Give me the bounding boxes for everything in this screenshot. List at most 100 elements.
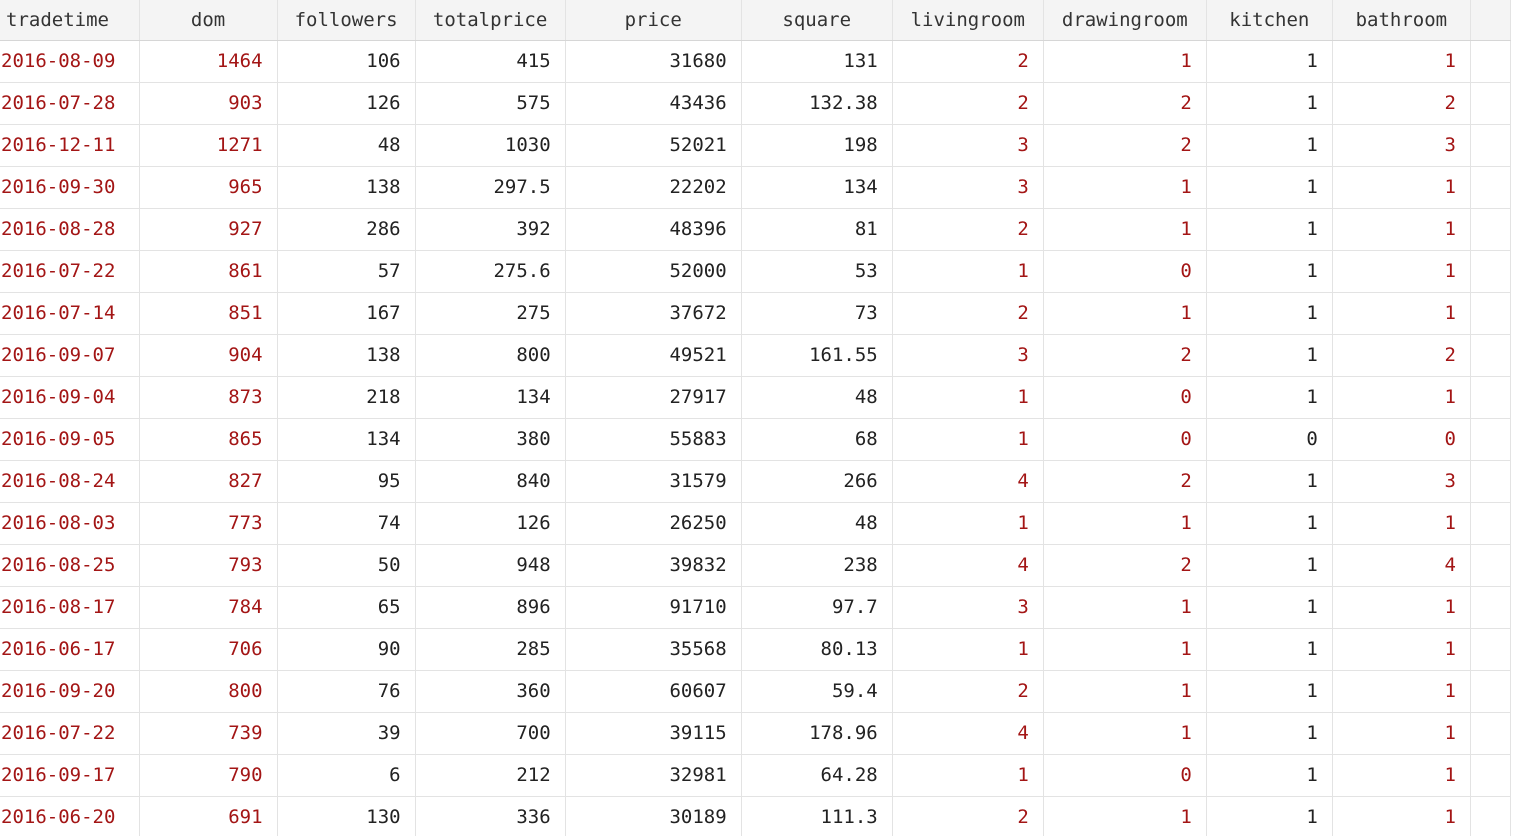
cell-kitchen[interactable]: 1 bbox=[1206, 334, 1333, 377]
cell-bathroom[interactable]: 1 bbox=[1332, 166, 1471, 209]
column-header-followers[interactable]: followers bbox=[277, 0, 416, 41]
cell-livingroom[interactable]: 1 bbox=[892, 250, 1044, 293]
cell-drawingroom[interactable]: 1 bbox=[1043, 586, 1207, 629]
cell-totalprice[interactable]: 360 bbox=[415, 670, 566, 713]
cell-bathroom[interactable]: 1 bbox=[1332, 754, 1471, 797]
cell-dom[interactable]: 903 bbox=[139, 82, 278, 125]
cell-drawingroom[interactable]: 2 bbox=[1043, 460, 1207, 503]
cell-drawingroom[interactable]: 0 bbox=[1043, 250, 1207, 293]
cell-price[interactable]: 91710 bbox=[565, 586, 742, 629]
cell-kitchen[interactable]: 1 bbox=[1206, 502, 1333, 545]
cell-tradetime[interactable]: 2016-08-17 bbox=[0, 586, 140, 629]
cell-totalprice[interactable]: 948 bbox=[415, 544, 566, 587]
cell-tradetime[interactable]: 2016-09-20 bbox=[0, 670, 140, 713]
cell-kitchen[interactable]: 1 bbox=[1206, 166, 1333, 209]
cell-followers[interactable]: 286 bbox=[277, 208, 416, 251]
cell-square[interactable]: 161.55 bbox=[741, 334, 893, 377]
cell-kitchen[interactable]: 1 bbox=[1206, 250, 1333, 293]
column-header-kitchen[interactable]: kitchen bbox=[1206, 0, 1333, 41]
cell-followers[interactable]: 76 bbox=[277, 670, 416, 713]
cell-tradetime[interactable]: 2016-09-17 bbox=[0, 754, 140, 797]
cell-square[interactable]: 97.7 bbox=[741, 586, 893, 629]
cell-livingroom[interactable]: 2 bbox=[892, 208, 1044, 251]
cell-bathroom[interactable]: 1 bbox=[1332, 628, 1471, 671]
cell-dom[interactable]: 861 bbox=[139, 250, 278, 293]
cell-totalprice[interactable]: 275 bbox=[415, 292, 566, 335]
cell-kitchen[interactable]: 1 bbox=[1206, 460, 1333, 503]
cell-totalprice[interactable]: 380 bbox=[415, 418, 566, 461]
cell-livingroom[interactable]: 1 bbox=[892, 628, 1044, 671]
cell-totalprice[interactable]: 126 bbox=[415, 502, 566, 545]
cell-livingroom[interactable]: 1 bbox=[892, 502, 1044, 545]
cell-tradetime[interactable]: 2016-08-25 bbox=[0, 544, 140, 587]
cell-square[interactable]: 131 bbox=[741, 40, 893, 83]
cell-price[interactable]: 48396 bbox=[565, 208, 742, 251]
cell-price[interactable]: 31579 bbox=[565, 460, 742, 503]
cell-price[interactable]: 35568 bbox=[565, 628, 742, 671]
cell-followers[interactable]: 218 bbox=[277, 376, 416, 419]
cell-bathroom[interactable]: 1 bbox=[1332, 502, 1471, 545]
cell-followers[interactable]: 74 bbox=[277, 502, 416, 545]
cell-square[interactable]: 64.28 bbox=[741, 754, 893, 797]
cell-drawingroom[interactable]: 0 bbox=[1043, 418, 1207, 461]
cell-price[interactable]: 52000 bbox=[565, 250, 742, 293]
cell-drawingroom[interactable]: 1 bbox=[1043, 292, 1207, 335]
table-row[interactable]: 2016-09-20 800 76 360 60607 59.4 2 1 1 1 bbox=[0, 670, 1512, 713]
cell-livingroom[interactable]: 2 bbox=[892, 40, 1044, 83]
cell-livingroom[interactable]: 4 bbox=[892, 712, 1044, 755]
cell-tradetime[interactable]: 2016-08-24 bbox=[0, 460, 140, 503]
cell-price[interactable]: 37672 bbox=[565, 292, 742, 335]
cell-tradetime[interactable]: 2016-08-28 bbox=[0, 208, 140, 251]
cell-price[interactable]: 32981 bbox=[565, 754, 742, 797]
cell-square[interactable]: 178.96 bbox=[741, 712, 893, 755]
cell-livingroom[interactable]: 2 bbox=[892, 796, 1044, 836]
cell-drawingroom[interactable]: 1 bbox=[1043, 712, 1207, 755]
table-row[interactable]: 2016-09-30 965 138 297.5 22202 134 3 1 1 1 bbox=[0, 166, 1512, 209]
cell-bathroom[interactable]: 2 bbox=[1332, 334, 1471, 377]
cell-followers[interactable]: 6 bbox=[277, 754, 416, 797]
cell-totalprice[interactable]: 212 bbox=[415, 754, 566, 797]
cell-followers[interactable]: 106 bbox=[277, 40, 416, 83]
table-row[interactable]: 2016-08-03 773 74 126 26250 48 1 1 1 1 bbox=[0, 502, 1512, 545]
table-row[interactable]: 2016-09-05 865 134 380 55883 68 1 0 0 0 bbox=[0, 418, 1512, 461]
cell-followers[interactable]: 50 bbox=[277, 544, 416, 587]
cell-followers[interactable]: 138 bbox=[277, 334, 416, 377]
table-row[interactable]: 2016-08-24 827 95 840 31579 266 4 2 1 3 bbox=[0, 460, 1512, 503]
cell-bathroom[interactable]: 3 bbox=[1332, 460, 1471, 503]
cell-totalprice[interactable]: 700 bbox=[415, 712, 566, 755]
cell-kitchen[interactable]: 1 bbox=[1206, 628, 1333, 671]
cell-dom[interactable]: 904 bbox=[139, 334, 278, 377]
cell-dom[interactable]: 793 bbox=[139, 544, 278, 587]
column-header-price[interactable]: price bbox=[565, 0, 742, 41]
cell-tradetime[interactable]: 2016-12-11 bbox=[0, 124, 140, 167]
cell-drawingroom[interactable]: 1 bbox=[1043, 796, 1207, 836]
cell-kitchen[interactable]: 1 bbox=[1206, 376, 1333, 419]
cell-totalprice[interactable]: 415 bbox=[415, 40, 566, 83]
cell-kitchen[interactable]: 1 bbox=[1206, 82, 1333, 125]
cell-followers[interactable]: 65 bbox=[277, 586, 416, 629]
cell-bathroom[interactable]: 1 bbox=[1332, 250, 1471, 293]
cell-bathroom[interactable]: 1 bbox=[1332, 586, 1471, 629]
cell-kitchen[interactable]: 1 bbox=[1206, 544, 1333, 587]
cell-kitchen[interactable]: 1 bbox=[1206, 208, 1333, 251]
cell-bathroom[interactable]: 1 bbox=[1332, 670, 1471, 713]
cell-dom[interactable]: 873 bbox=[139, 376, 278, 419]
cell-totalprice[interactable]: 275.6 bbox=[415, 250, 566, 293]
table-row[interactable]: 2016-08-25 793 50 948 39832 238 4 2 1 4 bbox=[0, 544, 1512, 587]
cell-kitchen[interactable]: 1 bbox=[1206, 670, 1333, 713]
cell-totalprice[interactable]: 297.5 bbox=[415, 166, 566, 209]
cell-dom[interactable]: 706 bbox=[139, 628, 278, 671]
cell-bathroom[interactable]: 4 bbox=[1332, 544, 1471, 587]
table-row[interactable]: 2016-08-28 927 286 392 48396 81 2 1 1 1 bbox=[0, 208, 1512, 251]
cell-square[interactable]: 48 bbox=[741, 376, 893, 419]
cell-square[interactable]: 111.3 bbox=[741, 796, 893, 836]
cell-price[interactable]: 39832 bbox=[565, 544, 742, 587]
cell-bathroom[interactable]: 1 bbox=[1332, 376, 1471, 419]
cell-bathroom[interactable]: 1 bbox=[1332, 712, 1471, 755]
cell-livingroom[interactable]: 2 bbox=[892, 82, 1044, 125]
cell-livingroom[interactable]: 1 bbox=[892, 418, 1044, 461]
cell-totalprice[interactable]: 1030 bbox=[415, 124, 566, 167]
table-row[interactable]: 2016-08-09 1464 106 415 31680 131 2 1 1 1 bbox=[0, 40, 1512, 83]
cell-followers[interactable]: 126 bbox=[277, 82, 416, 125]
cell-square[interactable]: 238 bbox=[741, 544, 893, 587]
